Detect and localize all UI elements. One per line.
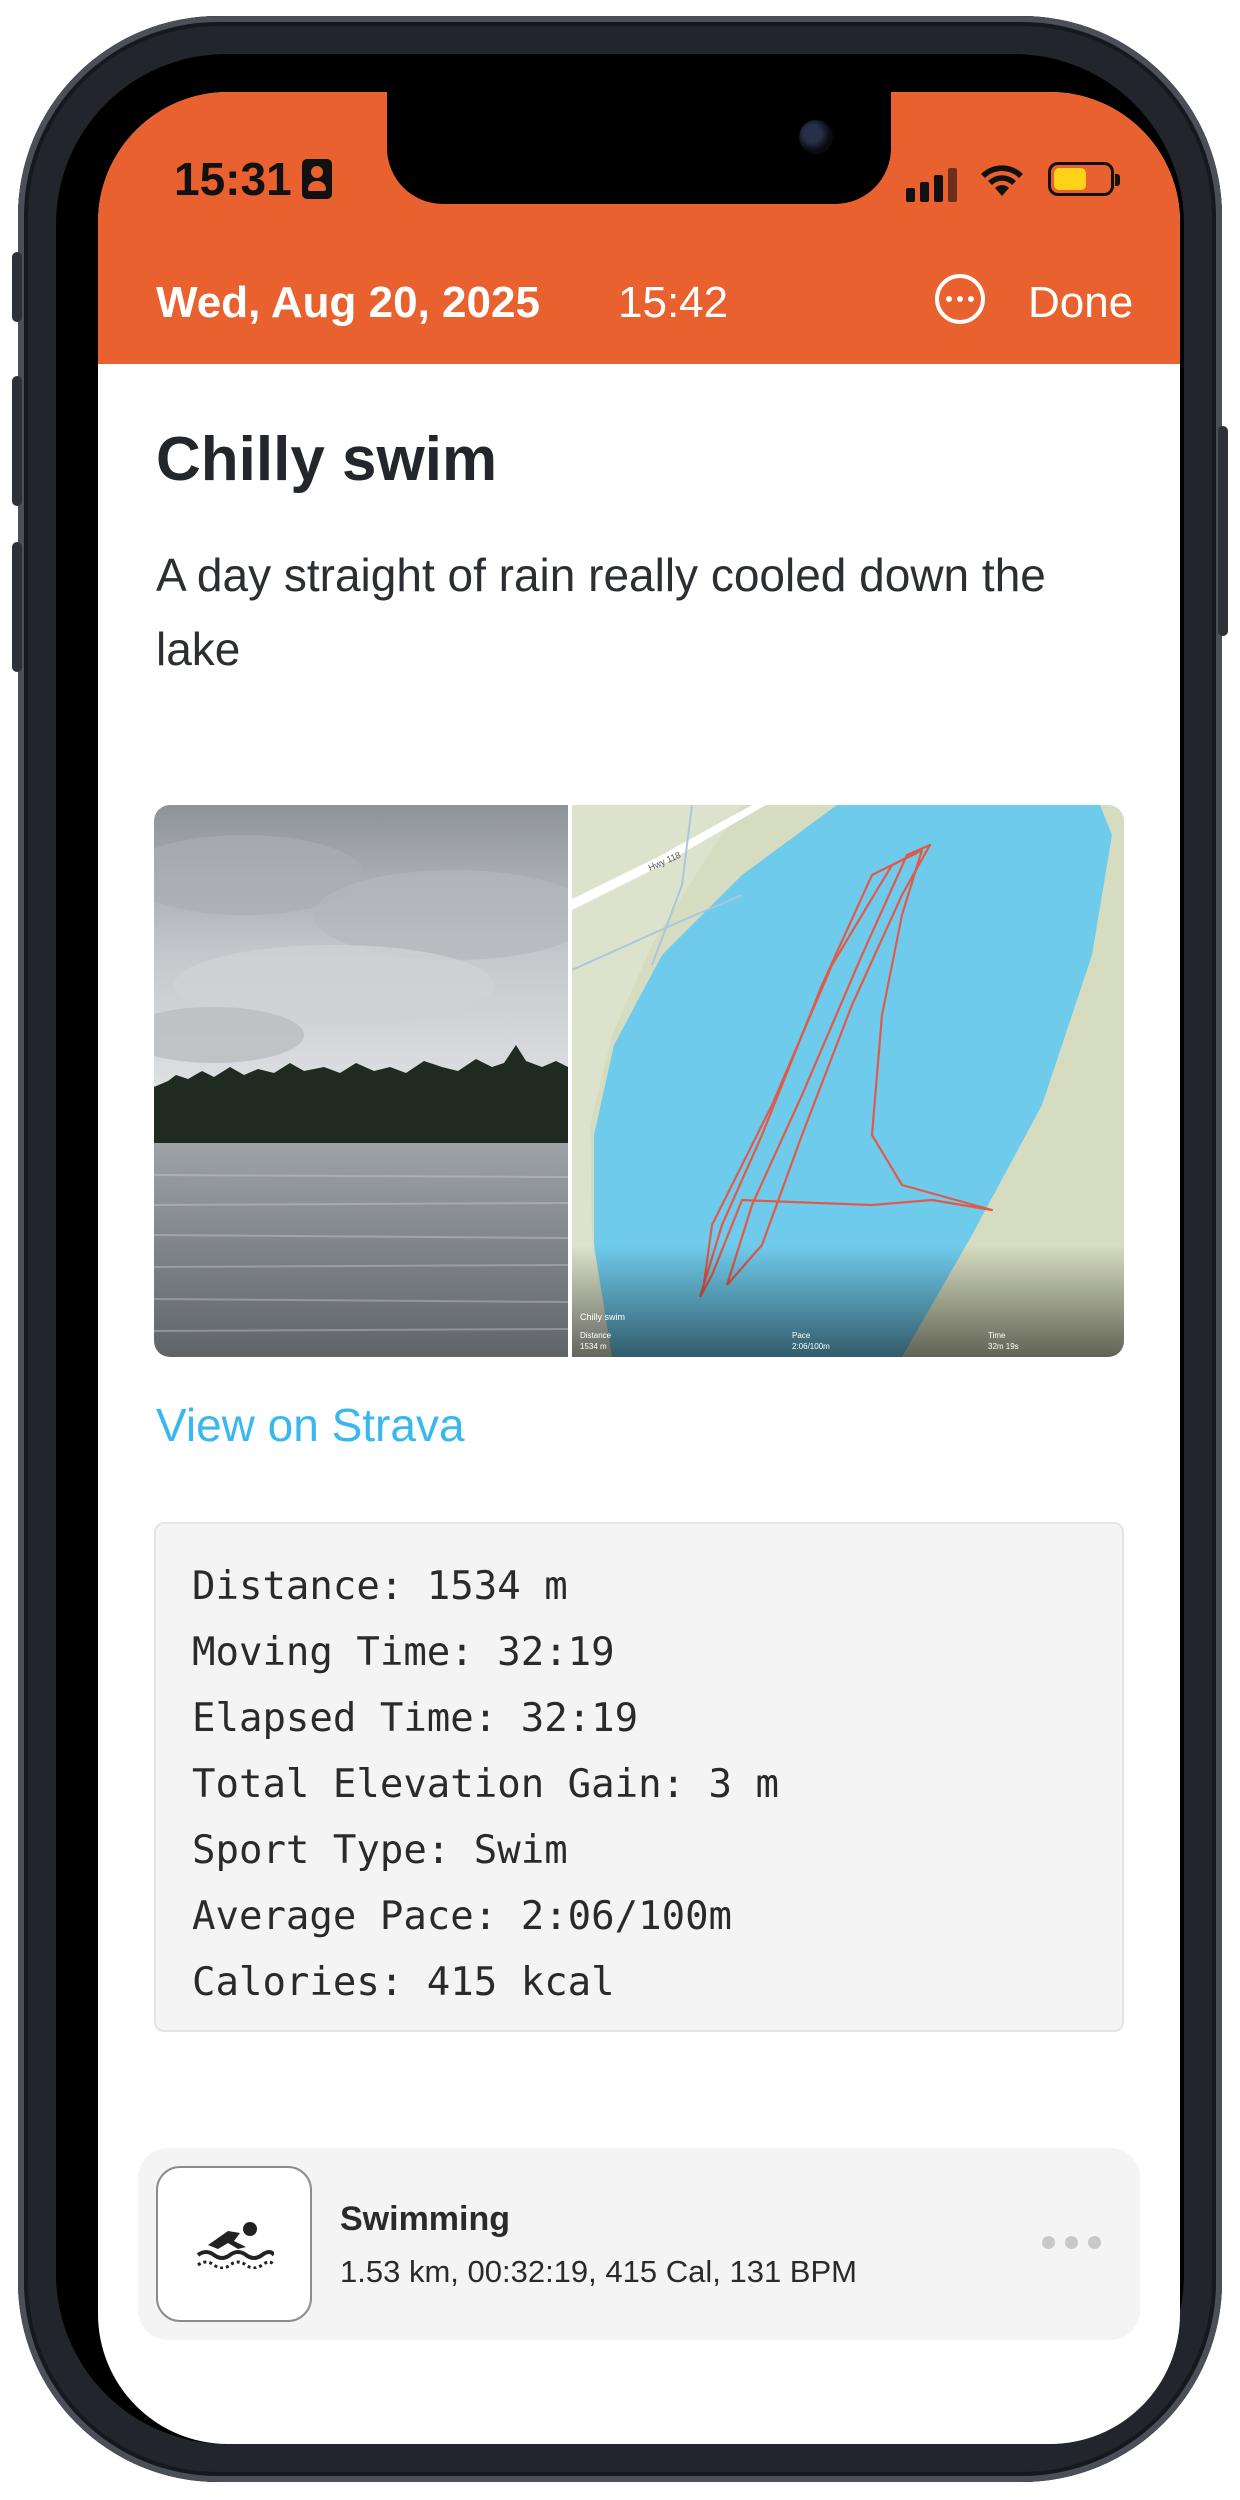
dynamic-notch: [387, 92, 891, 204]
volume-up-button: [12, 376, 22, 506]
action-button: [12, 252, 22, 322]
lake-photo[interactable]: [154, 805, 568, 1357]
stat-moving-time: Moving Time: 32:19: [192, 1630, 615, 1675]
lake-photo-image: [154, 805, 568, 1357]
done-button[interactable]: Done: [1028, 278, 1133, 328]
stat-elapsed-time: Elapsed Time: 32:19: [192, 1696, 639, 1741]
workout-summary: 1.53 km, 00:32:19, 415 Cal, 131 BPM: [340, 2254, 857, 2289]
screen: 15:31 Wed, Aug 20, 2025 15:42 Done Chill…: [98, 92, 1180, 2444]
workout-name: Swimming: [340, 2200, 511, 2238]
stat-sport-type: Sport Type: Swim: [192, 1828, 568, 1873]
cellular-signal-icon: [906, 168, 957, 202]
stat-calories: Calories: 415 kcal: [192, 1960, 615, 2005]
contact-card-icon: [301, 159, 332, 199]
status-bar-time: 15:31: [174, 152, 332, 206]
swimmer-icon: [156, 2166, 312, 2322]
entry-date: Wed, Aug 20, 2025: [156, 278, 540, 327]
battery-fill: [1054, 168, 1087, 190]
photo-gallery: Hwy 118 Chilly swim Distance 1534 m Pace…: [154, 805, 1124, 1357]
map-pace-value: 2:06/100m: [792, 1342, 830, 1351]
power-button: [1218, 426, 1228, 636]
entry-title[interactable]: Chilly swim: [156, 424, 497, 495]
route-map[interactable]: Hwy 118 Chilly swim Distance 1534 m Pace…: [572, 805, 1124, 1357]
map-distance-value: 1534 m: [580, 1342, 607, 1351]
workout-more-icon[interactable]: [1042, 2236, 1101, 2249]
map-time-label: Time: [988, 1331, 1006, 1340]
volume-down-button: [12, 542, 22, 672]
stats-code-block: Distance: 1534 m Moving Time: 32:19 Elap…: [154, 1522, 1124, 2032]
battery-icon: [1048, 162, 1120, 196]
stat-average-pace: Average Pace: 2:06/100m: [192, 1894, 733, 1939]
status-time-text: 15:31: [174, 153, 292, 205]
map-time-value: 32m 19s: [988, 1342, 1019, 1351]
map-pace-label: Pace: [792, 1331, 811, 1340]
map-distance-label: Distance: [580, 1331, 612, 1340]
wifi-icon: [981, 165, 1023, 196]
entry-description[interactable]: A day straight of rain really cooled dow…: [156, 538, 1116, 686]
entry-time: 15:42: [618, 278, 729, 327]
phone-frame: 15:31 Wed, Aug 20, 2025 15:42 Done Chill…: [12, 16, 1228, 2482]
ellipsis-circle-icon[interactable]: [935, 274, 985, 324]
stat-elevation-gain: Total Elevation Gain: 3 m: [192, 1762, 779, 1807]
view-on-strava-link[interactable]: View on Strava: [156, 1398, 465, 1452]
stat-distance: Distance: 1534 m: [192, 1564, 568, 1609]
map-activity-name: Chilly swim: [580, 1312, 625, 1322]
route-map-image: Hwy 118 Chilly swim Distance 1534 m Pace…: [572, 805, 1124, 1357]
camera-icon: [799, 120, 833, 154]
workout-card[interactable]: Swimming 1.53 km, 00:32:19, 415 Cal, 131…: [138, 2148, 1140, 2340]
